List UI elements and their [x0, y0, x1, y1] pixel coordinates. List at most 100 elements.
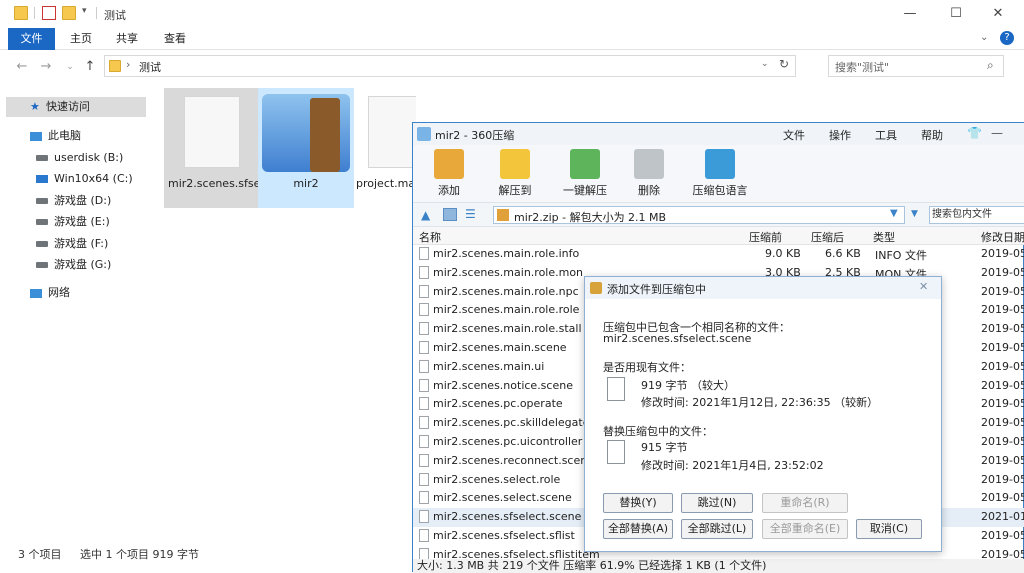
- address-box[interactable]: › 测试 ⌄ ↻: [104, 55, 796, 77]
- trash-icon: [634, 149, 664, 179]
- rename-button[interactable]: 重命名(R): [762, 493, 848, 513]
- modified-date: 2019-05: [981, 528, 1024, 542]
- file-icon: [419, 284, 429, 298]
- modified-date: 2019-05: [981, 378, 1024, 392]
- search-icon[interactable]: ⌕: [987, 58, 994, 73]
- recent-locations-icon[interactable]: ⌄: [62, 59, 78, 75]
- separator: [34, 7, 35, 19]
- drive-icon: [36, 219, 48, 225]
- address-bar-row: ← → ⌄ ↑ › 测试 ⌄ ↻ 搜索"测试" ⌕: [0, 50, 1024, 84]
- rename-all-button[interactable]: 全部重命名(E): [762, 519, 848, 539]
- column-original-size[interactable]: 压缩前: [749, 229, 782, 245]
- column-type[interactable]: 类型: [873, 229, 895, 245]
- extract-to-button[interactable]: 解压到: [485, 149, 545, 198]
- folder-icon: [14, 6, 28, 20]
- archive-search-input[interactable]: 搜索包内文件: [929, 206, 1024, 224]
- file-item[interactable]: mir2.scenes.sfselect.scene: [164, 88, 316, 208]
- path-dropdown-icon[interactable]: ▼: [890, 208, 898, 219]
- tab-share[interactable]: 共享: [104, 28, 150, 50]
- delete-button[interactable]: 删除: [619, 149, 679, 198]
- back-arrow-icon[interactable]: ←: [14, 59, 30, 75]
- archive-title-bar: mir2 - 360压缩 文件 操作 工具 帮助 👕 —: [413, 123, 1024, 145]
- drive-icon: [36, 241, 48, 247]
- archive-language-button[interactable]: 压缩包语言: [685, 149, 755, 198]
- file-item[interactable]: project.ma: [352, 88, 416, 208]
- file-icon: [419, 340, 429, 354]
- history-dropdown-icon[interactable]: ▼: [911, 209, 918, 219]
- existing-file-size: 919 字节 （较大）: [641, 379, 735, 392]
- breadcrumb[interactable]: 测试: [139, 59, 161, 75]
- modified-date: 2019-05: [981, 434, 1024, 448]
- menu-file[interactable]: 文件: [783, 127, 805, 143]
- menu-help[interactable]: 帮助: [921, 127, 943, 143]
- add-button[interactable]: 添加: [419, 149, 479, 198]
- minimize-button[interactable]: —: [991, 126, 1003, 140]
- collapse-ribbon-icon[interactable]: ⌄: [980, 32, 988, 43]
- tab-home[interactable]: 主页: [58, 28, 104, 50]
- skin-icon[interactable]: 👕: [967, 126, 982, 140]
- skip-all-button[interactable]: 全部跳过(L): [681, 519, 753, 539]
- table-row[interactable]: mir2.scenes.main.role.info 9.0 KB 6.6 KB IN…: [413, 245, 1024, 264]
- file-icon: [419, 528, 429, 542]
- help-icon[interactable]: ?: [1000, 31, 1014, 45]
- one-click-extract-button[interactable]: 一键解压: [555, 149, 615, 198]
- nav-item-network[interactable]: 网络: [30, 283, 70, 303]
- new-folder-icon[interactable]: [62, 6, 76, 20]
- close-button[interactable]: ✕: [978, 4, 1018, 24]
- modified-date: 2019-05: [981, 247, 1024, 260]
- app-icon: [590, 282, 602, 294]
- nav-item-drive-d[interactable]: 游戏盘 (D:): [36, 191, 111, 211]
- menu-operate[interactable]: 操作: [829, 127, 851, 143]
- tab-view[interactable]: 查看: [152, 28, 198, 50]
- thumbnail-view-icon[interactable]: [443, 208, 457, 221]
- nav-item-drive-e[interactable]: 游戏盘 (E:): [36, 212, 110, 232]
- archive-status-bar: 大小: 1.3 MB 共 219 个文件 压缩率 61.9% 已经选择 1 KB…: [413, 559, 1024, 573]
- app-icon: [417, 127, 431, 141]
- modified-date: 2019-05: [981, 265, 1024, 279]
- nav-item-drive-g[interactable]: 游戏盘 (G:): [36, 255, 111, 275]
- column-modified[interactable]: 修改日期: [981, 229, 1024, 245]
- search-input[interactable]: 搜索"测试" ⌕: [828, 55, 1004, 77]
- refresh-icon[interactable]: ↻: [779, 57, 789, 71]
- menu-tools[interactable]: 工具: [875, 127, 897, 143]
- skip-button[interactable]: 跳过(N): [681, 493, 753, 513]
- file-item[interactable]: mir2: [258, 88, 354, 208]
- file-name: mir2.scenes.main.role.info: [433, 247, 580, 260]
- archive-path-box[interactable]: mir2.zip - 解包大小为 2.1 MB ▼: [493, 206, 905, 224]
- network-icon: [30, 288, 42, 298]
- archive-path-bar: ▲ ☰ mir2.zip - 解包大小为 2.1 MB ▼ ▼ 搜索包内文件: [413, 203, 1024, 227]
- customize-quick-access-icon[interactable]: ▾: [82, 6, 87, 16]
- replace-button[interactable]: 替换(Y): [603, 493, 673, 513]
- address-dropdown-icon[interactable]: ⌄: [761, 59, 769, 69]
- maximize-button[interactable]: ☐: [936, 4, 976, 24]
- file-icon: [419, 453, 429, 467]
- column-name[interactable]: 名称: [419, 229, 441, 245]
- file-label: mir2: [293, 177, 319, 190]
- forward-arrow-icon[interactable]: →: [38, 59, 54, 75]
- existing-file-time: 修改时间: 2021年1月12日, 22:36:35 （较新）: [641, 396, 879, 409]
- minimize-button[interactable]: —: [890, 4, 930, 24]
- file-label: project.ma: [356, 177, 416, 190]
- nav-item-quick-access[interactable]: ★ 快速访问: [30, 97, 90, 117]
- nav-item-drive-b[interactable]: userdisk (B:): [36, 148, 123, 168]
- up-arrow-icon[interactable]: ↑: [82, 59, 98, 75]
- breadcrumb-chevron-icon[interactable]: ›: [126, 58, 130, 71]
- nav-item-drive-f[interactable]: 游戏盘 (F:): [36, 234, 108, 254]
- zip-file-icon: [497, 209, 509, 221]
- nav-item-this-pc[interactable]: 此电脑: [30, 126, 81, 146]
- item-count: 3 个项目: [18, 548, 62, 561]
- tab-file[interactable]: 文件: [8, 28, 55, 50]
- file-name: mir2.scenes.reconnect.scene: [433, 453, 594, 467]
- replace-all-button[interactable]: 全部替换(A): [603, 519, 673, 539]
- dialog-title-bar: 添加文件到压缩包中 ✕: [585, 277, 941, 299]
- up-arrow-icon[interactable]: ▲: [421, 208, 430, 222]
- file-name: mir2.scenes.pc.skilldelegate: [433, 416, 590, 430]
- nav-item-drive-c[interactable]: Win10x64 (C:): [36, 169, 133, 189]
- language-icon: [705, 149, 735, 179]
- one-click-extract-icon: [570, 149, 600, 179]
- properties-icon[interactable]: [42, 6, 56, 20]
- cancel-button[interactable]: 取消(C): [856, 519, 922, 539]
- list-view-icon[interactable]: ☰: [465, 207, 476, 221]
- column-compressed-size[interactable]: 压缩后: [811, 229, 844, 245]
- close-icon[interactable]: ✕: [919, 280, 928, 293]
